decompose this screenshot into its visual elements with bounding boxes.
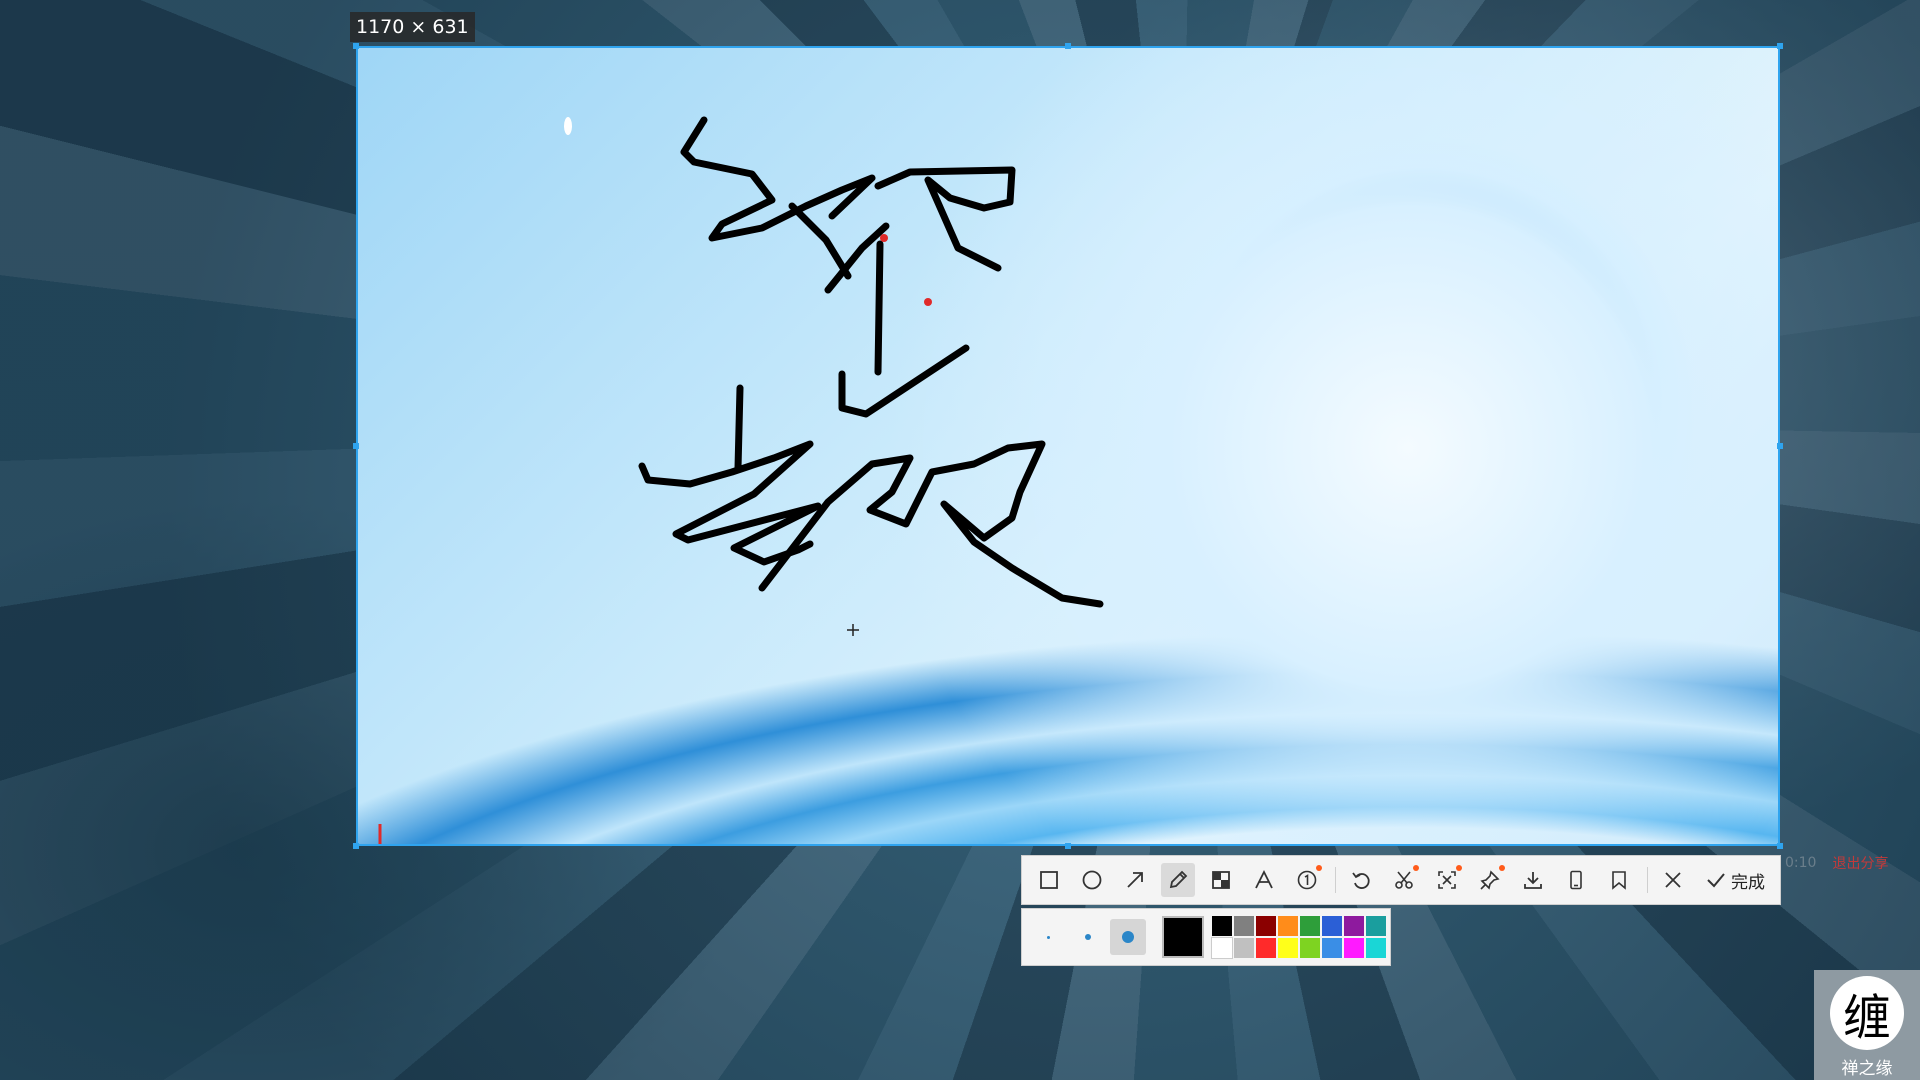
color-swatch[interactable] [1322,916,1342,936]
resize-handle-top[interactable] [1065,43,1071,49]
finish-label: 完成 [1731,872,1765,893]
color-swatch[interactable] [1212,916,1232,936]
number-circle-icon [1297,870,1317,890]
new-badge [1499,865,1505,871]
undo-icon [1352,872,1370,889]
stroke-endpoint [880,234,888,242]
current-color-swatch[interactable] [1162,916,1204,958]
brush-size-large[interactable] [1110,919,1146,955]
resize-handle-bottom[interactable] [1065,843,1071,849]
resize-handle-bottom-left[interactable] [353,843,359,849]
color-swatch[interactable] [1300,916,1320,936]
color-swatch[interactable] [1256,938,1276,958]
close-button[interactable] [1656,863,1690,897]
color-swatch[interactable] [1211,937,1233,959]
color-swatch[interactable] [1278,938,1298,958]
new-badge [1413,865,1419,871]
text-a-icon [1255,869,1273,889]
background-app-status: 0:10 退出分享 [1781,852,1888,874]
pen-stroke [680,116,876,242]
resize-handle-right[interactable] [1777,443,1783,449]
scan-icon [1438,871,1456,889]
finish-button[interactable]: 完成 [1699,863,1771,897]
toolbar-separator [1335,867,1336,893]
stroke-endpoint [924,298,932,306]
pen-stroke [734,384,744,472]
exit-share-label[interactable]: 退出分享 [1832,853,1888,873]
color-swatch[interactable] [1344,938,1364,958]
annotation-toolbar: 完成 [1021,855,1781,905]
color-palette [1211,916,1386,959]
highlight-stroke [564,117,572,135]
color-swatch[interactable] [1278,916,1298,936]
check-icon [1707,873,1725,888]
color-swatch[interactable] [1366,938,1386,958]
pen-stroke [874,240,884,376]
phone-button[interactable] [1559,863,1593,897]
close-icon [1665,872,1681,888]
download-icon [1524,872,1542,889]
crosshair-cursor [847,624,859,636]
color-swatch[interactable] [1234,938,1254,958]
pen-stroke [758,440,1104,608]
watermark-logo: 缠 禅之缘 [1814,970,1920,1080]
color-swatch[interactable] [1256,916,1276,936]
pen-stroke [874,166,1016,272]
selection-size-label: 1170 × 631 [350,12,475,42]
arrow-tool[interactable] [1118,863,1152,897]
resize-handle-top-right[interactable] [1777,43,1783,49]
undo-button[interactable] [1344,863,1378,897]
resize-handle-bottom-right[interactable] [1777,843,1783,849]
brush-size-medium[interactable] [1070,919,1106,955]
watermark-glyph: 缠 [1830,976,1904,1050]
pen-annotations [378,116,1104,844]
text-tool[interactable] [1247,863,1281,897]
mosaic-icon [1212,871,1230,889]
resize-handle-top-left[interactable] [353,43,359,49]
save-button[interactable] [1516,863,1550,897]
number-marker-tool[interactable] [1290,863,1324,897]
pen-stroke [788,202,852,280]
pin-button[interactable] [1473,863,1507,897]
phone-icon [1570,870,1582,890]
bookmark-icon [1612,871,1626,890]
arrow-icon [1127,872,1143,888]
pin-icon [1480,870,1500,890]
resize-handle-left[interactable] [353,443,359,449]
pen-tool[interactable] [1161,863,1195,897]
watermark-text: 禅之缘 [1841,1059,1893,1079]
color-swatch[interactable] [1234,916,1254,936]
pen-options-bar [1021,908,1391,966]
toolbar-separator [1647,867,1648,893]
ocr-button[interactable] [1430,863,1464,897]
pencil-icon [1169,870,1188,889]
ellipse-tool[interactable] [1075,863,1109,897]
color-swatch[interactable] [1366,916,1386,936]
square-icon [1040,871,1058,889]
mosaic-tool[interactable] [1204,863,1238,897]
brush-size-small[interactable] [1030,919,1066,955]
long-screenshot-button[interactable] [1387,863,1421,897]
corner-marker [378,824,382,844]
color-swatch[interactable] [1344,916,1364,936]
scissors-icon [1395,871,1413,889]
circle-icon [1082,870,1102,890]
pen-stroke [838,344,970,418]
rectangle-tool[interactable] [1032,863,1066,897]
timer-text: 0:10 [1785,855,1817,871]
bookmark-button[interactable] [1602,863,1636,897]
new-badge [1456,865,1462,871]
color-swatch[interactable] [1300,938,1320,958]
new-badge [1316,865,1322,871]
capture-selection-area[interactable] [356,46,1780,846]
color-swatch[interactable] [1322,938,1342,958]
